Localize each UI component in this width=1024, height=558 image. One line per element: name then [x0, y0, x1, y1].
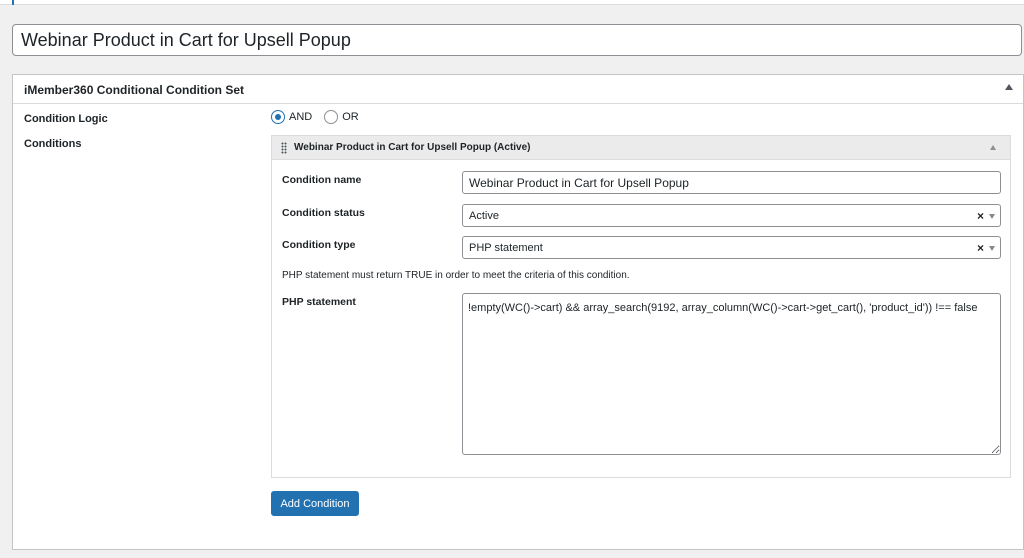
radio-checked-icon[interactable] — [271, 110, 285, 124]
php-statement-textarea[interactable]: !empty(WC()->cart) && array_search(9192,… — [462, 293, 1001, 455]
condition-name-input[interactable] — [462, 171, 1001, 194]
metabox-header: iMember360 Conditional Condition Set — [13, 75, 1023, 104]
condition-panel-header[interactable]: Webinar Product in Cart for Upsell Popup… — [272, 136, 1010, 160]
condition-set-metabox: iMember360 Conditional Condition Set Con… — [12, 74, 1024, 550]
condition-logic-label: Condition Logic — [24, 113, 108, 125]
condition-collapse-icon[interactable] — [990, 145, 996, 150]
metabox-title: iMember360 Conditional Condition Set — [24, 83, 245, 97]
top-strip — [0, 0, 1024, 5]
condition-name-label: Condition name — [282, 174, 362, 186]
add-condition-button[interactable]: Add Condition — [271, 491, 359, 516]
chevron-down-icon[interactable] — [989, 246, 995, 251]
drag-handle-icon[interactable] — [281, 142, 287, 154]
radio-unchecked-icon[interactable] — [324, 110, 339, 124]
condition-panel-title: Webinar Product in Cart for Upsell Popup… — [294, 142, 531, 153]
condition-status-value: Active — [469, 210, 499, 222]
condition-panel: Webinar Product in Cart for Upsell Popup… — [271, 135, 1011, 478]
chevron-down-icon[interactable] — [989, 214, 995, 219]
condition-status-select[interactable]: Active × — [462, 204, 1001, 227]
php-statement-label: PHP statement — [282, 296, 356, 308]
conditions-label: Conditions — [24, 138, 82, 150]
metabox-collapse-icon[interactable] — [1005, 84, 1013, 90]
clear-type-icon[interactable]: × — [977, 241, 984, 255]
condition-status-label: Condition status — [282, 207, 365, 219]
condition-logic-radio-group: AND OR — [271, 110, 371, 124]
logic-or-label: OR — [342, 111, 359, 123]
top-accent-line — [12, 0, 14, 5]
condition-type-select[interactable]: PHP statement × — [462, 236, 1001, 259]
logic-and-label: AND — [289, 111, 313, 123]
condition-type-label: Condition type — [282, 239, 356, 251]
clear-status-icon[interactable]: × — [977, 209, 984, 223]
logic-or-radio[interactable]: OR — [324, 110, 359, 124]
php-help-text: PHP statement must return TRUE in order … — [282, 270, 630, 281]
post-title-input[interactable] — [12, 24, 1022, 56]
logic-and-radio[interactable]: AND — [271, 110, 312, 124]
condition-type-value: PHP statement — [469, 242, 543, 254]
